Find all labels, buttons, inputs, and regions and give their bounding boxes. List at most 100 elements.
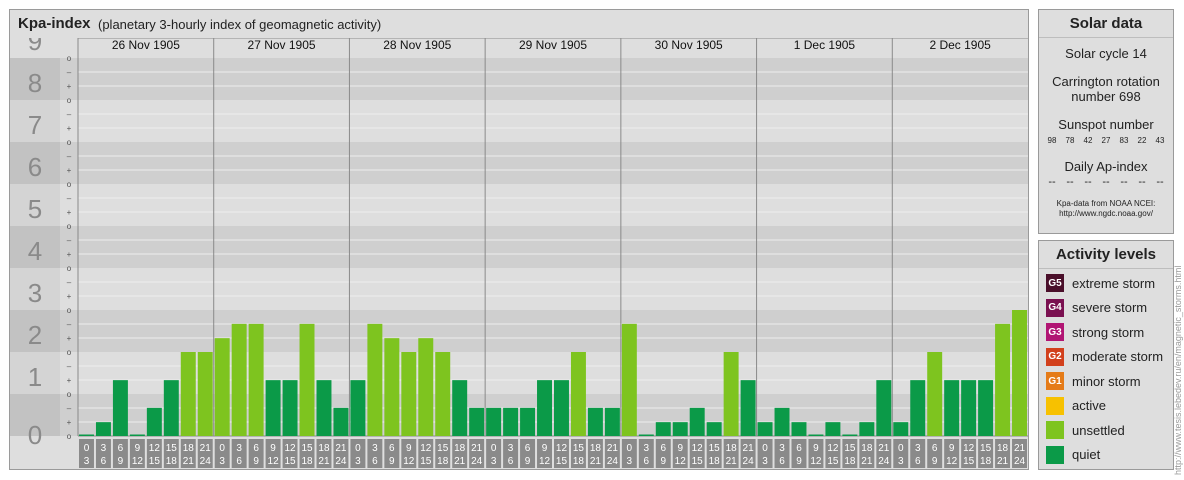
data-source-link[interactable]: http://www.ngdc.noaa.gov/ (1039, 209, 1173, 219)
interval-start-label: 0 (84, 443, 90, 454)
day-label: 27 Nov 1905 (248, 38, 316, 52)
minor-mark: + (67, 418, 72, 427)
interval-end-label: 18 (844, 456, 856, 467)
y-tick-label: 9 (28, 38, 42, 56)
y-tick-label: 6 (28, 152, 42, 182)
level-swatch: G4 (1046, 298, 1064, 317)
kp-bar (350, 380, 366, 436)
level-label: active (1072, 398, 1106, 414)
level-swatch (1046, 396, 1064, 415)
interval-end-label: 12 (403, 456, 415, 467)
interval-start-label: 6 (118, 443, 124, 454)
kp-bar (961, 380, 977, 436)
interval-end-label: 15 (963, 456, 975, 467)
minor-mark: o (67, 306, 72, 315)
minor-mark: – (67, 278, 72, 287)
kp-bar (520, 407, 536, 436)
day-label: 1 Dec 1905 (794, 38, 856, 52)
interval-start-label: 6 (660, 443, 666, 454)
kp-bar (79, 434, 94, 436)
interval-start-label: 15 (437, 443, 449, 454)
minor-mark: o (67, 264, 72, 273)
kp-bar (1012, 310, 1027, 436)
sunspot-value: 22 (1137, 136, 1147, 145)
chart-title-bar: Kpa-index (planetary 3-hourly index of g… (10, 10, 1028, 38)
minor-mark: + (67, 250, 72, 259)
y-tick-label: 2 (28, 320, 42, 350)
interval-end-label: 3 (898, 456, 904, 467)
day-label: 26 Nov 1905 (112, 38, 180, 52)
level-swatch: G5 (1046, 274, 1064, 293)
kp-bar (740, 380, 756, 436)
interval-start-label: 0 (355, 443, 361, 454)
interval-end-label: 9 (525, 456, 531, 467)
interval-start-label: 18 (861, 443, 873, 454)
kp-band (60, 100, 1028, 142)
interval-end-label: 18 (166, 456, 178, 467)
kp-band (60, 310, 1028, 352)
interval-end-label: 9 (118, 456, 124, 467)
kp-bar (384, 338, 400, 436)
interval-start-label: 9 (677, 443, 683, 454)
interval-start-label: 21 (471, 443, 483, 454)
interval-start-label: 18 (183, 443, 195, 454)
kp-bar (112, 380, 128, 436)
ap-value: -- (1156, 176, 1164, 188)
kp-band (60, 268, 1028, 310)
ap-value: -- (1066, 176, 1074, 188)
minor-mark: + (67, 82, 72, 91)
kp-bar (214, 338, 230, 436)
day-label: 30 Nov 1905 (655, 38, 723, 52)
level-swatch (1046, 445, 1064, 464)
interval-end-label: 9 (932, 456, 938, 467)
interval-end-label: 15 (556, 456, 568, 467)
chart-subtitle: (planetary 3-hourly index of geomagnetic… (98, 17, 382, 32)
sunspot-value: 27 (1101, 136, 1111, 145)
data-source-line-1: Kpa-data from NOAA NCEI: (1056, 199, 1156, 208)
minor-mark: o (67, 432, 72, 441)
interval-end-label: 6 (915, 456, 921, 467)
interval-end-label: 18 (573, 456, 585, 467)
interval-start-label: 3 (101, 443, 107, 454)
interval-end-label: 18 (437, 456, 449, 467)
level-label: extreme storm (1072, 275, 1156, 291)
interval-start-label: 18 (997, 443, 1009, 454)
kp-bar (944, 380, 960, 436)
kp-band (60, 58, 1028, 100)
interval-end-label: 24 (1014, 456, 1026, 467)
level-swatch (1046, 421, 1064, 440)
interval-start-label: 0 (491, 443, 497, 454)
y-tick-label: 7 (28, 110, 42, 140)
activity-levels-title: Activity levels (1039, 241, 1173, 269)
kp-bar (469, 407, 485, 436)
interval-end-label: 6 (779, 456, 785, 467)
day-label: 2 Dec 1905 (929, 38, 991, 52)
sunspot-value: 98 (1047, 136, 1057, 145)
y-tick-label: 1 (28, 362, 42, 392)
interval-start-label: 21 (1014, 443, 1026, 454)
y-tick-label: 8 (28, 68, 42, 98)
kp-bar (401, 352, 417, 436)
minor-mark: – (67, 68, 72, 77)
interval-start-label: 15 (301, 443, 313, 454)
interval-end-label: 24 (471, 456, 483, 467)
interval-start-label: 0 (762, 443, 768, 454)
kp-bar (435, 352, 451, 436)
kp-bar (333, 407, 349, 436)
interval-start-label: 0 (219, 443, 225, 454)
activity-level-item: G4 severe storm (1039, 296, 1173, 321)
interval-start-label: 18 (726, 443, 738, 454)
minor-mark: o (67, 390, 72, 399)
chart-title: Kpa-index (18, 15, 91, 32)
kp-bar (638, 434, 654, 436)
interval-end-label: 21 (997, 456, 1009, 467)
minor-mark: – (67, 404, 72, 413)
interval-start-label: 18 (590, 443, 602, 454)
interval-end-label: 9 (796, 456, 802, 467)
interval-start-label: 15 (573, 443, 585, 454)
minor-mark: + (67, 124, 72, 133)
interval-end-label: 18 (980, 456, 992, 467)
kp-bar (570, 352, 586, 436)
activity-level-item: G5 extreme storm (1039, 271, 1173, 296)
minor-mark: o (67, 222, 72, 231)
